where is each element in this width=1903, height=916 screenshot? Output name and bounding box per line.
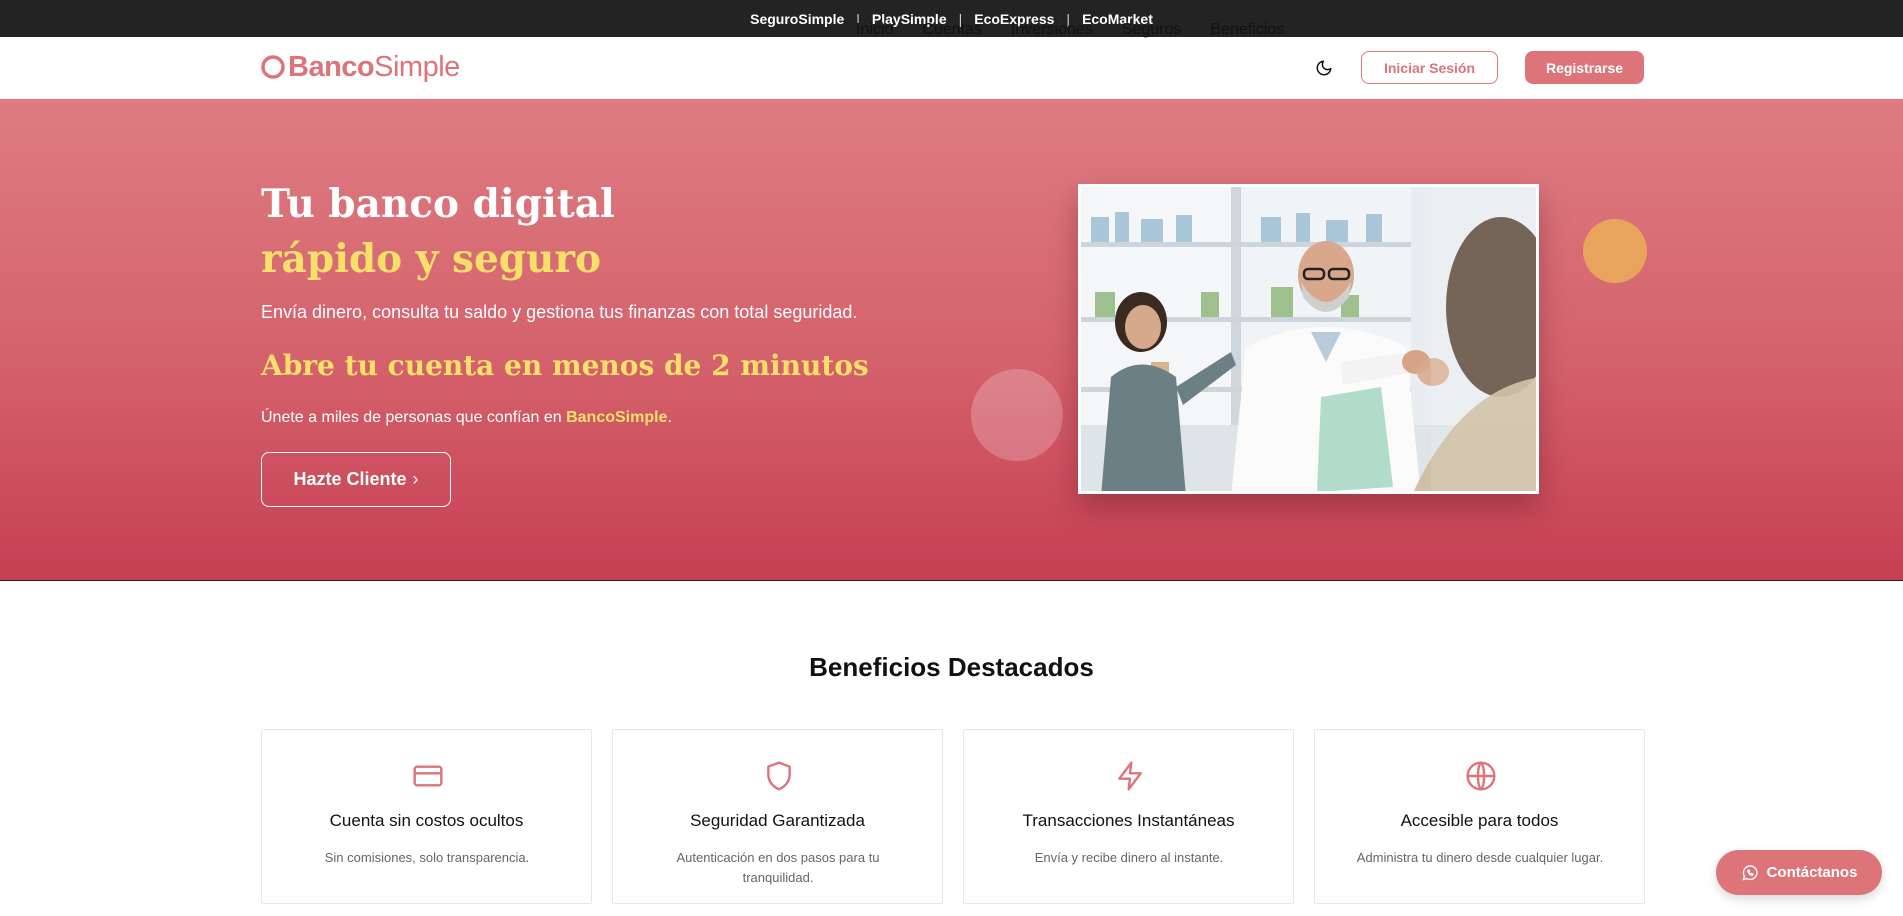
brand-name-light: Simple bbox=[374, 50, 460, 83]
decorative-circle bbox=[971, 369, 1063, 461]
benefit-title: Seguridad Garantizada bbox=[690, 811, 865, 830]
hero-cta-heading: Abre tu cuenta en menos de 2 minutos bbox=[261, 349, 869, 382]
benefit-description: Administra tu dinero desde cualquier lug… bbox=[1356, 850, 1604, 865]
register-button[interactable]: Registrarse bbox=[1525, 51, 1644, 84]
contact-button[interactable]: Contáctanos bbox=[1716, 850, 1882, 895]
moon-icon[interactable] bbox=[1315, 59, 1333, 77]
whatsapp-icon bbox=[1742, 864, 1758, 880]
lightning-icon bbox=[1118, 761, 1142, 791]
logo-swirl-icon bbox=[261, 55, 285, 79]
join-suffix: . bbox=[667, 409, 672, 426]
nav-item-beneficios[interactable]: Beneficios bbox=[1210, 21, 1284, 39]
shield-icon bbox=[767, 761, 791, 791]
hero-photo-pharmacy bbox=[1078, 184, 1539, 494]
chevron-right-icon: › bbox=[412, 469, 419, 489]
benefit-description: Autenticación en dos pasos para tu tranq… bbox=[676, 850, 880, 885]
brand-logo[interactable]: Banco Simple bbox=[260, 49, 460, 85]
benefit-card: Transacciones Instantáneas Envía y recib… bbox=[963, 729, 1294, 904]
hero-section: Tu banco digital rápido y seguro Envía d… bbox=[0, 99, 1903, 581]
benefit-description: Sin comisiones, solo transparencia. bbox=[324, 850, 530, 865]
nav-menu: Inicio Cuentas Inversiones Seguros Benef… bbox=[856, 21, 1313, 39]
benefit-description: Envía y recibe dinero al instante. bbox=[1034, 850, 1224, 865]
join-brand: BancoSimple bbox=[566, 409, 668, 426]
benefit-card: Cuenta sin costos ocultos Sin comisiones… bbox=[261, 729, 592, 904]
login-button[interactable]: Iniciar Sesión bbox=[1361, 51, 1498, 84]
benefits-heading: Beneficios Destacados bbox=[809, 652, 1094, 682]
hero-subtitle: Envía dinero, consulta tu saldo y gestio… bbox=[261, 302, 858, 322]
join-prefix: Únete a miles de personas que confían en bbox=[261, 409, 567, 426]
benefit-card: Accesible para todos Administra tu diner… bbox=[1314, 729, 1645, 904]
brand-name-bold: Banco bbox=[288, 50, 375, 83]
hero-title-line1: Tu banco digital bbox=[261, 181, 615, 227]
network-link-segurosimple[interactable]: SeguroSimple bbox=[750, 11, 844, 27]
hazte-cliente-button[interactable]: Hazte Cliente › bbox=[261, 452, 451, 507]
nav-item-inversiones[interactable]: Inversiones bbox=[1011, 21, 1093, 39]
benefit-card: Seguridad Garantizada Autenticación en d… bbox=[612, 729, 943, 904]
benefit-title: Accesible para todos bbox=[1400, 811, 1559, 830]
decorative-circle-orange bbox=[1583, 219, 1647, 283]
benefit-title: Cuenta sin costos ocultos bbox=[329, 811, 524, 830]
hazte-cliente-label: Hazte Cliente bbox=[293, 469, 407, 489]
hero-join-text: Únete a miles de personas que confían en… bbox=[261, 409, 672, 427]
nav-item-cuentas[interactable]: Cuentas bbox=[922, 21, 982, 39]
pharmacy-illustration bbox=[1081, 187, 1536, 491]
hero-title-line2: rápido y seguro bbox=[261, 236, 601, 282]
credit-card-icon bbox=[413, 765, 443, 787]
hero-title: Tu banco digital rápido y seguro bbox=[261, 177, 615, 287]
globe-icon bbox=[1466, 761, 1496, 791]
contact-label: Contáctanos bbox=[1766, 864, 1858, 881]
nav-item-seguros[interactable]: Seguros bbox=[1122, 21, 1182, 39]
benefit-title: Transacciones Instantáneas bbox=[1022, 811, 1235, 830]
nav-item-inicio[interactable]: Inicio bbox=[856, 21, 893, 39]
